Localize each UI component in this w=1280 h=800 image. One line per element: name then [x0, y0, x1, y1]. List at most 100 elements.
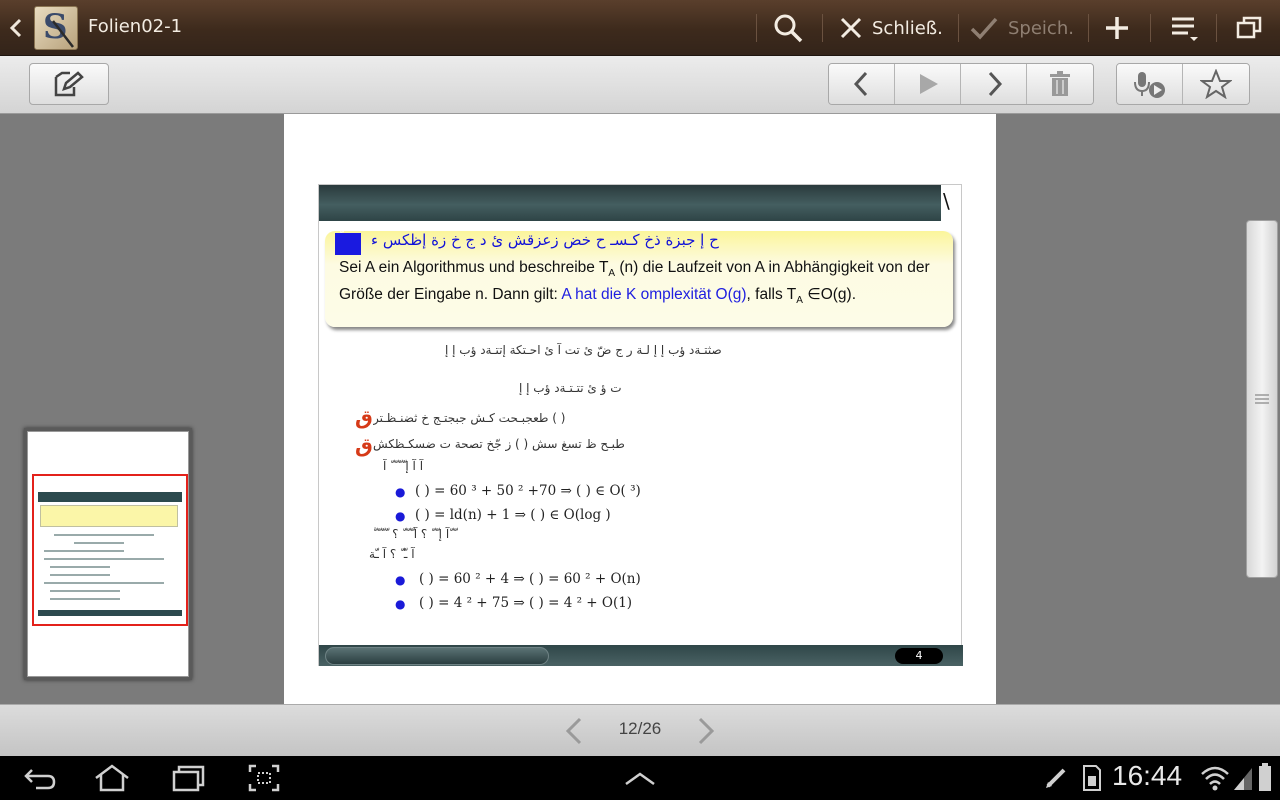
thumb-text-line — [50, 598, 120, 600]
checkmark-icon — [970, 17, 998, 40]
voice-record-button[interactable] — [1117, 64, 1183, 104]
system-nav-bar: 16:44 — [0, 756, 1280, 800]
formula-line: ( ) = 60 ³ + 50 ² +70 ⇒ ( ) ∈ O( ³) — [415, 483, 641, 499]
play-icon — [919, 74, 938, 94]
definition-box: ّ ح إ جبزة ذخ كـسـ ح خض زعزقش ئ د ج خ زة… — [325, 231, 953, 327]
thumb-slide-header — [38, 492, 182, 502]
thumb-text-line — [50, 566, 110, 568]
list-menu-icon — [1172, 17, 1198, 41]
slide: \ ّ ح إ جبزة ذخ كـسـ ح خض زعزقش ئ د ج خ … — [318, 184, 963, 666]
definition-heading: ح إ جبزة ذخ كـسـ ح خض زعزقش ئ د ج خ زة إ… — [371, 231, 719, 249]
current-slide-frame — [32, 474, 188, 626]
chevron-right-icon — [698, 717, 715, 745]
arrow-bullet-icon: ق — [355, 433, 373, 457]
chevron-left-icon — [9, 18, 22, 38]
next-page-button[interactable] — [692, 715, 720, 747]
sd-card-icon — [1080, 764, 1102, 792]
arrow-bullet-icon: ق — [355, 405, 373, 429]
play-button[interactable] — [895, 64, 961, 104]
screenshot-button[interactable] — [246, 762, 282, 794]
battery-icon — [1258, 762, 1272, 792]
multi-window-icon — [1236, 16, 1262, 39]
chevron-left-icon — [853, 71, 867, 97]
slide-line: آ آ إ ّ ّ ّ ّ آ — [383, 459, 424, 473]
app-icon[interactable]: S — [34, 6, 78, 50]
definition-text: Sei A ein Algorithmus und beschreibe T A … — [339, 257, 945, 311]
save-label: Speich. — [1008, 17, 1074, 39]
clock: 16:44 — [1112, 760, 1183, 791]
thumb-text-line — [50, 574, 110, 576]
menu-button[interactable] — [1168, 8, 1204, 48]
action-bar: S Folien02-1 Schließ. Speich. — [0, 0, 1280, 56]
back-button[interactable] — [6, 14, 28, 42]
home-button[interactable] — [92, 762, 132, 794]
back-arrow-icon — [24, 769, 56, 790]
plus-icon — [1106, 17, 1128, 39]
add-button[interactable] — [1102, 8, 1134, 48]
divider — [958, 14, 959, 42]
slide-corner: \ — [941, 185, 961, 221]
complexity-highlight: A hat die K omplexität O(g) — [561, 286, 747, 304]
bullet-icon: ● — [395, 485, 406, 499]
page-navigation-bar: 12/26 — [0, 704, 1280, 756]
divider — [756, 14, 757, 42]
slide-line: صثتـةد ؤب إ إ لـة ر ج ضّ ئ تت آ ئ احـتكة… — [445, 343, 722, 357]
recent-apps-button[interactable] — [168, 762, 208, 794]
pen-status-icon — [1044, 766, 1068, 790]
system-back-button[interactable] — [20, 762, 60, 794]
microphone-play-icon — [1133, 72, 1165, 98]
document-page[interactable]: \ ّ ح إ جبزة ذخ كـسـ ح خض زعزقش ئ د ج خ … — [284, 114, 996, 704]
divider — [822, 14, 823, 42]
chevron-right-icon — [988, 71, 1002, 97]
subscript-a: A — [796, 295, 803, 307]
thumbnail-panel — [24, 428, 192, 680]
slide-line: طبـح ظ تسغ سش ( ) ز جّخ تصحة ت ضسكـظكش — [373, 437, 625, 451]
edit-button[interactable] — [29, 63, 109, 105]
search-button[interactable] — [772, 8, 808, 48]
delete-button[interactable] — [1027, 64, 1093, 104]
definition-part-1: Sei A ein Algorithmus und beschreibe T — [339, 259, 609, 276]
recent-apps-icon — [172, 765, 205, 792]
pen-icon — [52, 20, 74, 48]
trash-icon — [1050, 71, 1070, 96]
thumb-slide-footer — [38, 610, 182, 616]
screen-capture-icon — [248, 764, 280, 792]
window-button[interactable] — [1234, 8, 1266, 48]
scroll-handle[interactable] — [1246, 220, 1278, 578]
grip-icon — [1255, 394, 1269, 404]
formula-line: ( ) = 4 ² + 75 ⇒ ( ) = 4 ² + O(1) — [419, 595, 633, 611]
extras-group — [1116, 63, 1250, 105]
page-thumbnail[interactable] — [27, 431, 189, 677]
document-title: Folien02-1 — [88, 16, 183, 37]
slide-line: طعجبـحت كـش جبجتـج خ ثضنـظـتر ( ) — [373, 411, 566, 425]
favorite-button[interactable] — [1183, 64, 1249, 104]
slide-footer-bar: 4 — [319, 645, 963, 666]
slide-line: آ ـّ ّ ؟ آ ـّة — [369, 547, 415, 561]
document-toolbar — [0, 56, 1280, 114]
thumb-text-line — [50, 590, 120, 592]
slide-nav-group — [828, 63, 1094, 105]
next-button[interactable] — [961, 64, 1027, 104]
wifi-icon — [1200, 764, 1230, 792]
signal-icon — [1234, 766, 1252, 790]
save-button[interactable]: Speich. — [968, 8, 1080, 48]
bullet-icon: ● — [395, 573, 406, 587]
footer-pill — [325, 647, 549, 665]
definition-part-3: , falls T — [746, 286, 797, 304]
formula-line: ( ) = ld(n) + 1 ⇒ ( ) ∈ O(log ) — [415, 507, 611, 523]
formula-line: ( ) = 60 ² + 4 ⇒ ( ) = 60 ² + O(n) — [419, 571, 641, 587]
chevron-up-icon — [625, 772, 655, 786]
previous-page-button[interactable] — [560, 715, 588, 747]
bullet-icon: ● — [395, 509, 406, 523]
divider — [1216, 14, 1217, 42]
slide-header-bar — [319, 185, 941, 221]
thumb-text-line — [44, 558, 164, 560]
expand-tray-button[interactable] — [622, 764, 658, 792]
search-icon — [774, 14, 803, 43]
slide-line: ّ ّ ّ ّ ّ آ إ ّ ّ ؟ آ ّ ّ ّ ؟ ّ ّ — [373, 527, 457, 541]
thumb-text-line — [44, 550, 124, 552]
close-button[interactable]: Schließ. — [836, 8, 948, 48]
bullet-icon: ● — [395, 597, 406, 611]
definition-part-4: ∈O(g). — [802, 286, 857, 304]
previous-button[interactable] — [829, 64, 895, 104]
